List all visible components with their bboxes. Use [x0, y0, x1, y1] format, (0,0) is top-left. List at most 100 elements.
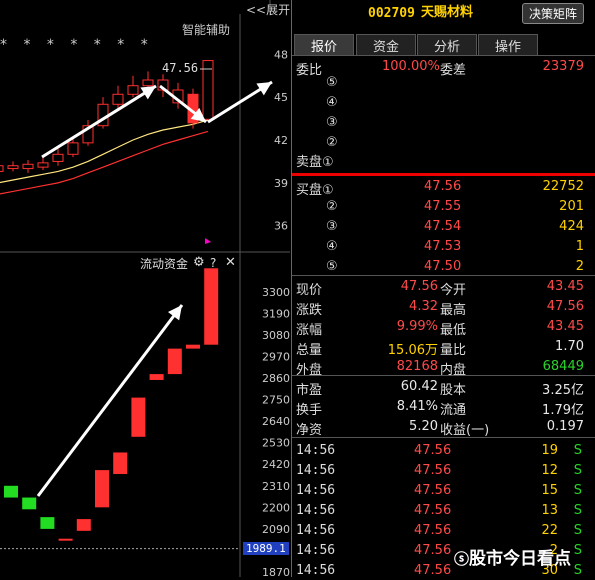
candle — [0, 165, 4, 172]
flow-bar — [113, 452, 128, 475]
sell-level-4: ④ — [326, 95, 338, 110]
stat-value: 47.56 — [400, 279, 438, 294]
assist-label[interactable]: 智能辅助 — [182, 24, 230, 36]
decision-matrix-button[interactable]: 决策矩阵 — [522, 3, 584, 24]
weibi-value: 100.00% — [382, 59, 440, 74]
flow-tick-label: 2860 — [262, 372, 290, 385]
flow-bar — [204, 268, 219, 345]
stat-value: 68449 — [542, 359, 584, 374]
flow-tick-label: 2530 — [262, 437, 290, 450]
tab-operation[interactable]: 操作 — [478, 34, 538, 55]
candle — [127, 85, 139, 95]
buy-level-volume: 1 — [575, 239, 584, 254]
buy-level-row: ④ 47.53 1 — [292, 236, 592, 256]
price-tick-label: 42 — [274, 134, 288, 147]
tick-side: S — [573, 543, 582, 558]
buy-level-volume: 2 — [575, 259, 584, 274]
flow-tick-label: 2420 — [262, 458, 290, 471]
candle — [142, 79, 154, 87]
tick-side: S — [573, 463, 582, 478]
flow-tick-label: 2310 — [262, 480, 290, 493]
stat-row: 涨幅 9.99% 最低 43.45 — [292, 316, 592, 338]
candle — [37, 162, 49, 168]
stat-value: 43.45 — [546, 279, 584, 294]
tab-quote[interactable]: 报价 — [294, 34, 354, 55]
tick-side: S — [573, 503, 582, 518]
marker-triangle — [205, 238, 211, 244]
stat-value: 82168 — [396, 359, 438, 374]
stat-row: 市盈 60.42 股本 3.25亿 — [292, 376, 592, 398]
flow-tick-label: 2640 — [262, 415, 290, 428]
stat-value: 47.56 — [546, 299, 584, 314]
stat-value: 0.197 — [546, 419, 584, 434]
tick-row: 14:56 47.56 19 S — [292, 440, 592, 460]
tick-price: 47.56 — [414, 463, 452, 478]
moving-average-line — [0, 130, 209, 195]
stock-code: 002709 — [368, 6, 415, 21]
help-icon[interactable]: ? — [210, 257, 216, 269]
stat-value: 5.20 — [409, 419, 438, 434]
tick-row: 14:56 47.56 15 S — [292, 480, 592, 500]
tick-price: 47.56 — [414, 483, 452, 498]
stat-row: 现价 47.56 今开 43.45 — [292, 276, 592, 298]
weibi-label: 委比 — [296, 63, 323, 78]
tick-side: S — [573, 563, 582, 578]
candle — [22, 163, 34, 170]
flow-tick-label: 2200 — [262, 501, 290, 514]
tab-analysis[interactable]: 分析 — [417, 34, 477, 55]
flow-tick-label: 1870 — [262, 566, 290, 577]
expand-button[interactable]: <<展开 — [246, 4, 290, 16]
buy-level-price: 47.54 — [424, 219, 462, 234]
tick-row: 14:56 47.56 12 S — [292, 460, 592, 480]
buy-level-label: ② — [326, 199, 338, 214]
stock-name: 天赐材料 — [421, 5, 474, 20]
stat-row: 净资 5.20 收益(一) 0.197 — [292, 416, 592, 438]
moving-average-line — [0, 119, 209, 184]
buy-level-price: 47.50 — [424, 259, 462, 274]
tick-time: 14:56 — [296, 563, 336, 578]
price-tick-label: 39 — [274, 177, 288, 190]
flow-bar — [131, 397, 146, 437]
weibi-row: 委比 100.00% 委差 23379 — [292, 56, 592, 78]
tab-funds[interactable]: 资金 — [356, 34, 416, 55]
stat-label: 收益(一) — [440, 423, 490, 438]
signal-stars: * * * * * * * — [0, 37, 154, 53]
tick-time: 14:56 — [296, 523, 336, 538]
settings-icon[interactable]: ⚙ — [193, 256, 205, 269]
tick-volume: 12 — [541, 463, 558, 478]
stat-value: 9.99% — [396, 319, 438, 334]
buy-level-price: 47.55 — [424, 199, 462, 214]
sell-level-5: ⑤ — [326, 75, 338, 90]
flow-tick-label: 2090 — [262, 523, 290, 536]
candle — [52, 153, 64, 162]
close-icon[interactable]: ✕ — [225, 256, 236, 269]
stat-row: 外盘 82168 内盘 68449 — [292, 356, 592, 378]
sell-level-1: 卖盘① — [296, 155, 334, 170]
buy-level-row: ③ 47.54 424 — [292, 216, 592, 236]
price-tick-label: 36 — [274, 220, 288, 233]
trend-arrow — [41, 84, 157, 159]
tick-row: 14:56 47.56 22 S — [292, 520, 592, 540]
price-tick-label: 48 — [274, 48, 288, 61]
flow-bar — [95, 470, 109, 508]
flow-title: 流动资金 — [140, 257, 189, 271]
candle — [7, 165, 19, 170]
flow-tick-label: 3080 — [262, 329, 290, 342]
stat-row: 总量 15.06万 量比 1.70 — [292, 336, 592, 358]
buy-level-label: ⑤ — [326, 259, 338, 274]
tick-price: 47.56 — [414, 443, 452, 458]
flow-tick-label: 3300 — [262, 286, 290, 299]
buy-level-label: ③ — [326, 219, 338, 234]
tick-side: S — [573, 523, 582, 538]
flow-tick-label: 2970 — [262, 350, 290, 363]
price-tick-label: 45 — [274, 91, 288, 104]
watermark-icon: ⓢ — [454, 550, 470, 568]
tick-price: 47.56 — [414, 543, 452, 558]
candle — [67, 142, 79, 155]
flow-bar — [40, 517, 55, 529]
candle — [112, 93, 124, 105]
stat-value: 43.45 — [546, 319, 584, 334]
stat-value: 60.42 — [400, 379, 438, 394]
tick-time: 14:56 — [296, 463, 336, 478]
stat-value: 8.41% — [396, 399, 438, 414]
